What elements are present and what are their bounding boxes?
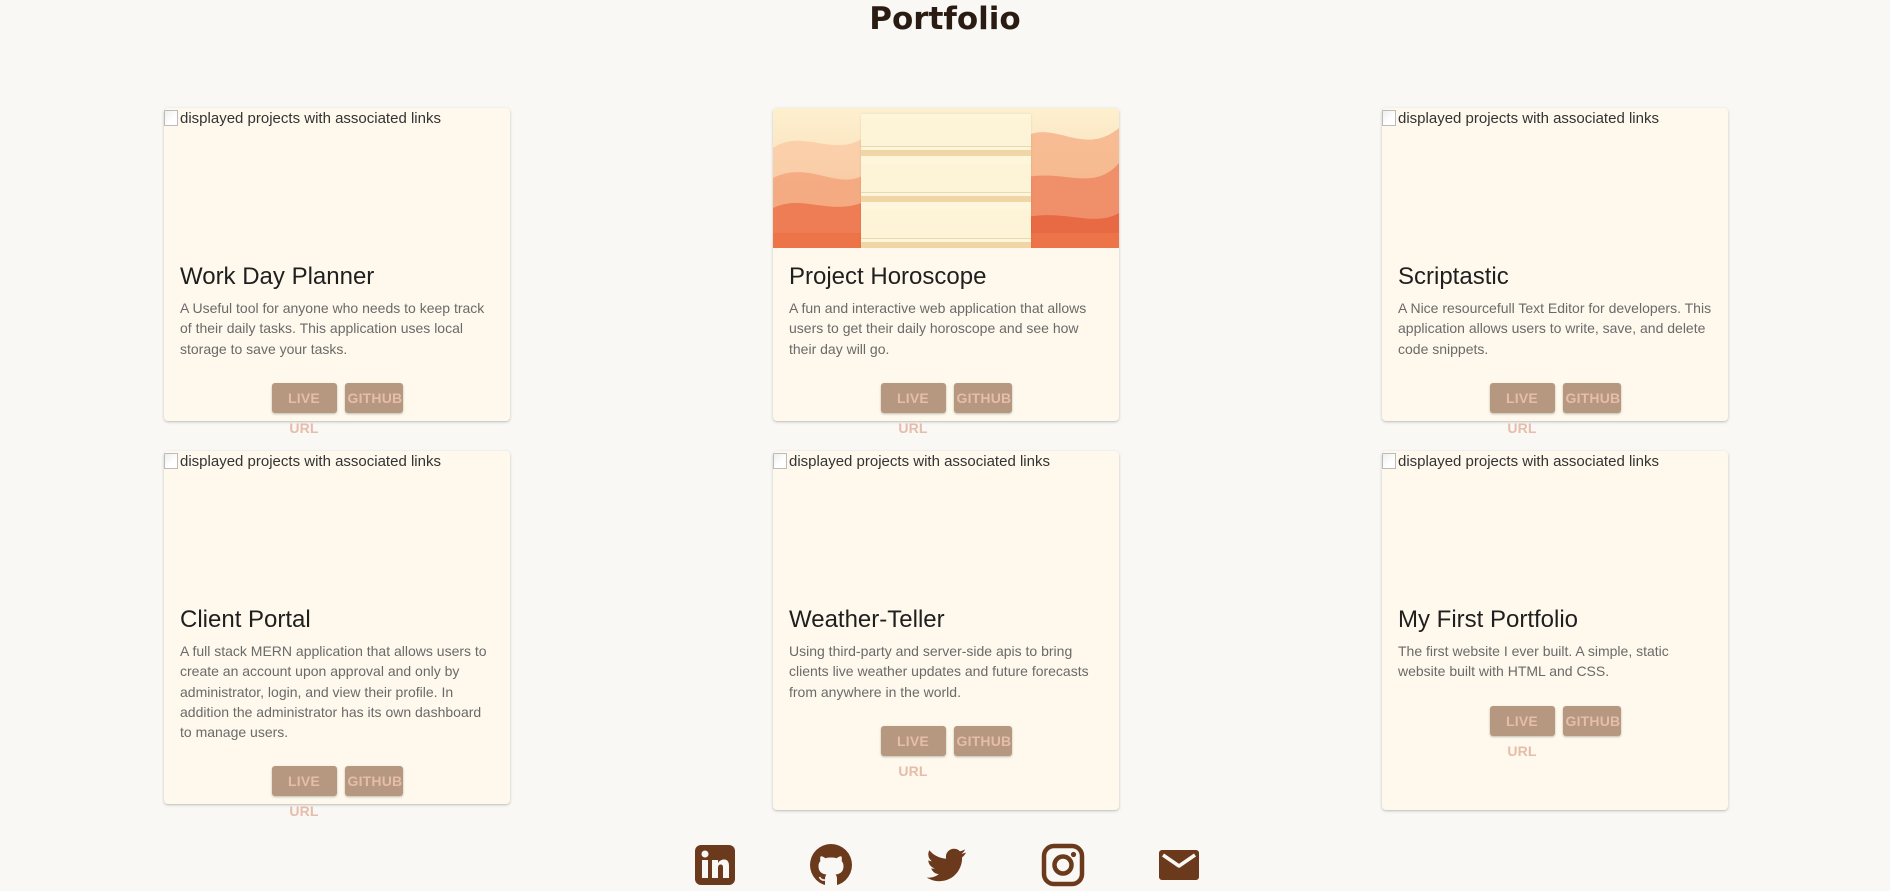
project-actions: LIVE URL GITHUB: [1382, 359, 1728, 436]
horoscope-screenshot: [773, 108, 1119, 248]
live-url-button[interactable]: LIVE URL: [880, 725, 946, 779]
project-image[interactable]: [773, 108, 1119, 248]
project-image[interactable]: displayed projects with associated links: [164, 451, 510, 591]
image-alt-text: displayed projects with associated links: [1398, 110, 1659, 127]
broken-image-placeholder: displayed projects with associated links: [1382, 451, 1728, 471]
project-card-my-first-portfolio: displayed projects with associated links…: [1382, 451, 1728, 810]
project-card-client-portal: displayed projects with associated links…: [164, 451, 510, 819]
image-alt-text: displayed projects with associated links: [789, 453, 1050, 470]
github-button[interactable]: GITHUB: [1562, 382, 1621, 413]
live-url-button[interactable]: LIVE URL: [1489, 382, 1555, 436]
project-title: My First Portfolio: [1398, 606, 1579, 633]
social-links: [0, 843, 1890, 887]
project-card-project-horoscope: Project Horoscope A fun and interactive …: [773, 108, 1119, 436]
project-image[interactable]: displayed projects with associated links: [773, 451, 1119, 591]
broken-image-icon: [164, 453, 178, 469]
broken-image-icon: [164, 110, 178, 126]
image-alt-text: displayed projects with associated links: [180, 110, 441, 127]
live-url-button[interactable]: LIVE URL: [1489, 705, 1555, 759]
project-image[interactable]: displayed projects with associated links: [1382, 451, 1728, 591]
project-actions: LIVE URL GITHUB: [773, 359, 1119, 436]
broken-image-placeholder: displayed projects with associated links: [164, 108, 510, 128]
project-title: Project Horoscope: [789, 263, 987, 290]
project-description: Using third-party and server-side apis t…: [789, 643, 1089, 700]
broken-image-placeholder: displayed projects with associated links: [773, 451, 1119, 471]
instagram-icon[interactable]: [1041, 843, 1085, 887]
live-url-button[interactable]: LIVE URL: [880, 382, 946, 436]
image-alt-text: displayed projects with associated links: [180, 453, 441, 470]
github-button[interactable]: GITHUB: [953, 725, 1012, 756]
twitter-icon[interactable]: [925, 843, 969, 887]
project-card-scriptastic: displayed projects with associated links…: [1382, 108, 1728, 436]
linkedin-icon[interactable]: [693, 843, 737, 887]
github-button[interactable]: GITHUB: [1562, 705, 1621, 736]
github-button[interactable]: GITHUB: [344, 766, 403, 797]
email-icon[interactable]: [1157, 843, 1201, 887]
broken-image-icon: [773, 453, 787, 469]
project-actions: LIVE URL GITHUB: [1382, 682, 1728, 759]
project-card-work-day-planner: displayed projects with associated links…: [164, 108, 510, 436]
live-url-button[interactable]: LIVE URL: [271, 382, 337, 436]
project-actions: LIVE URL GITHUB: [164, 359, 510, 436]
project-description: A full stack MERN application that allow…: [180, 643, 487, 741]
project-image[interactable]: displayed projects with associated links: [164, 108, 510, 248]
image-alt-text: displayed projects with associated links: [1398, 453, 1659, 470]
project-description: A fun and interactive web application th…: [789, 300, 1087, 357]
project-title: Weather-Teller: [789, 606, 945, 633]
project-title: Work Day Planner: [180, 263, 375, 290]
broken-image-icon: [1382, 453, 1396, 469]
project-title: Client Portal: [180, 606, 311, 633]
horoscope-panel: [861, 114, 1031, 248]
project-card-weather-teller: displayed projects with associated links…: [773, 451, 1119, 810]
github-icon[interactable]: [809, 843, 853, 887]
project-actions: LIVE URL GITHUB: [773, 702, 1119, 779]
project-grid: displayed projects with associated links…: [0, 0, 1890, 891]
broken-image-icon: [1382, 110, 1396, 126]
github-button[interactable]: GITHUB: [953, 382, 1012, 413]
github-button[interactable]: GITHUB: [344, 382, 403, 413]
project-title: Scriptastic: [1398, 263, 1509, 290]
broken-image-placeholder: displayed projects with associated links: [164, 451, 510, 471]
project-description: The first website I ever built. A simple…: [1398, 643, 1669, 680]
broken-image-placeholder: displayed projects with associated links: [1382, 108, 1728, 128]
project-description: A Useful tool for anyone who needs to ke…: [180, 300, 485, 357]
project-actions: LIVE URL GITHUB: [164, 742, 510, 819]
project-description: A Nice resourcefull Text Editor for deve…: [1398, 300, 1712, 357]
project-image[interactable]: displayed projects with associated links: [1382, 108, 1728, 248]
live-url-button[interactable]: LIVE URL: [271, 766, 337, 819]
